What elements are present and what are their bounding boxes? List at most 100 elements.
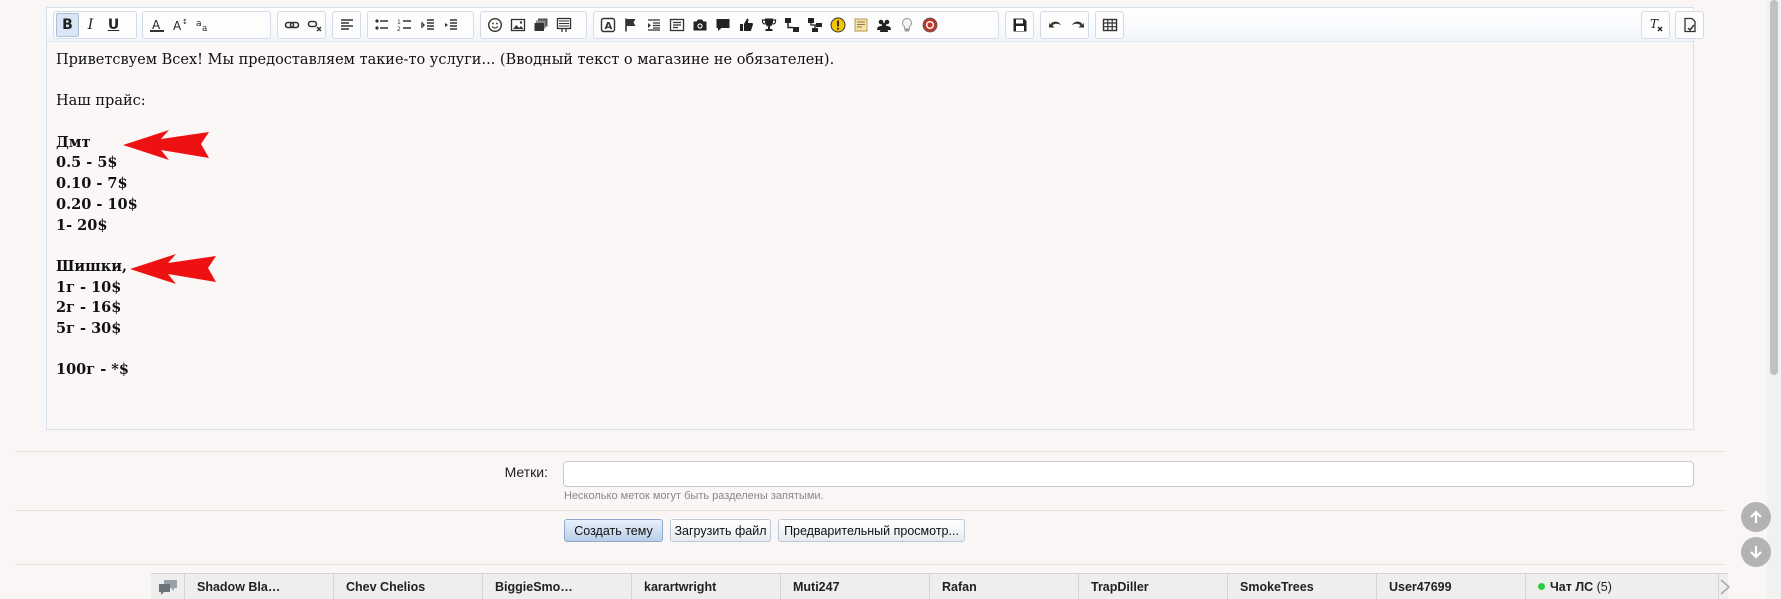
editor-toolbar: B I U A A ↕ aa 1 2 A T [47,8,1704,42]
chat-tab[interactable]: SmokeTrees [1228,574,1377,599]
chat-tab[interactable]: TrapDiller [1079,574,1228,599]
record-icon[interactable] [918,13,941,37]
bold-button[interactable]: B [56,13,79,37]
bullet-list-icon[interactable] [370,13,393,37]
red-arrow-icon [123,130,209,160]
chevron-right-icon [1720,578,1731,595]
unlink-icon[interactable] [303,13,326,37]
chat-toggle[interactable] [151,574,185,599]
toolbar-group-text-style: B I U [53,11,137,39]
warning-icon[interactable] [826,13,849,37]
create-thread-button[interactable]: Создать тему [564,519,663,542]
gallery-icon[interactable] [529,13,552,37]
editor-content-area[interactable]: Приветсвуем Всех! Мы предоставляем такие… [47,42,1693,389]
lightbulb-icon[interactable] [895,13,918,37]
editor-line: 100г - *$ [56,361,129,379]
private-chat-label: Чат ЛС [1550,579,1594,594]
align-left-icon[interactable] [335,13,358,37]
editor-line: Приветсвуем Всех! Мы предоставляем такие… [56,52,835,68]
camera-icon[interactable] [688,13,711,37]
undo-icon[interactable] [1043,13,1066,37]
editor-line: 0.5 - 5$ [56,154,118,172]
link-icon[interactable] [280,13,303,37]
text-box-icon[interactable]: A [596,13,619,37]
save-draft-icon[interactable] [1008,13,1031,37]
quote-icon[interactable] [642,13,665,37]
chat-tab[interactable]: Chev Chelios [334,574,483,599]
toolbar-group-bbcodes: A [593,11,999,39]
font-size-icon[interactable]: A ↕ [168,13,191,37]
toolbar-group-lists: 12 [367,11,474,39]
svg-text:2: 2 [397,26,401,33]
online-status-dot [1538,583,1545,590]
remove-format-icon[interactable]: T [1644,13,1667,37]
editor-line: Шишки, [56,257,127,275]
comment-icon[interactable] [711,13,734,37]
chat-bar: Shadow Bla… Chev Chelios BiggieSmo… kara… [151,573,1731,599]
svg-text:↕: ↕ [182,18,188,26]
svg-text:a: a [196,19,202,29]
separator [15,510,1725,511]
private-chat-tab[interactable]: Чат ЛС (5) [1526,574,1719,599]
separator [15,451,1725,452]
editor-line: 1г - 10$ [56,278,122,296]
svg-text:A: A [604,21,612,32]
arrow-down-icon [1750,546,1762,559]
upload-file-button[interactable]: Загрузить файл [670,519,771,542]
toolbar-group-align [332,11,361,39]
image-icon[interactable] [506,13,529,37]
svg-text:A: A [173,19,182,33]
toolbar-group-clear: T [1641,11,1670,39]
network-icon[interactable] [803,13,826,37]
toolbar-group-media [480,11,587,39]
underline-button[interactable]: U [102,13,125,37]
editor-line: Дмт [56,133,91,151]
toolbar-group-source [1675,11,1704,39]
svg-text:a: a [202,24,208,33]
trophy-icon[interactable] [757,13,780,37]
editor-line [56,112,1684,133]
scroll-top-button[interactable] [1741,502,1771,532]
redo-icon[interactable] [1066,13,1089,37]
editor-line: 1- 20$ [56,216,108,234]
chat-tab[interactable]: User47699 [1377,574,1526,599]
font-family-icon[interactable]: aa [191,13,214,37]
thumbs-up-icon[interactable] [734,13,757,37]
font-color-icon[interactable]: A [145,13,168,37]
page-scrollbar-thumb[interactable] [1770,0,1778,375]
chat-tab[interactable]: Rafan [930,574,1079,599]
editor-line: Наш прайс: [56,93,146,110]
editor-line [56,71,1684,92]
editor-line: 2г - 16$ [56,299,122,317]
chat-tab[interactable]: BiggieSmo… [483,574,632,599]
chat-tab[interactable]: Muti247 [781,574,930,599]
scroll-bottom-button[interactable] [1741,537,1771,567]
numbered-list-icon[interactable]: 12 [393,13,416,37]
users-group-icon[interactable] [872,13,895,37]
chat-tab[interactable]: karartwright [632,574,781,599]
note-icon[interactable] [849,13,872,37]
italic-button[interactable]: I [79,13,102,37]
separator [15,564,1725,565]
spoiler-icon[interactable] [665,13,688,37]
editor-line [56,340,1684,361]
indent-icon[interactable] [439,13,462,37]
toggle-source-icon[interactable] [1678,13,1701,37]
media-icon[interactable] [552,13,575,37]
tags-input[interactable] [563,461,1694,487]
arrow-up-icon [1750,510,1762,523]
smiley-icon[interactable] [483,13,506,37]
preview-button[interactable]: Предварительный просмотр... [778,519,965,542]
hierarchy-icon[interactable] [780,13,803,37]
outdent-icon[interactable] [416,13,439,37]
toolbar-group-save [1005,11,1034,39]
editor-line [56,236,1684,257]
svg-text:T: T [1650,17,1659,31]
chat-tab[interactable]: Shadow Bla… [185,574,334,599]
chat-scroll-right[interactable] [1719,574,1731,599]
flag-icon[interactable] [619,13,642,37]
table-icon[interactable] [1098,13,1121,37]
tags-hint: Несколько меток могут быть разделены зап… [564,490,824,502]
svg-text:A: A [152,18,161,32]
private-chat-count: (5) [1596,579,1612,594]
